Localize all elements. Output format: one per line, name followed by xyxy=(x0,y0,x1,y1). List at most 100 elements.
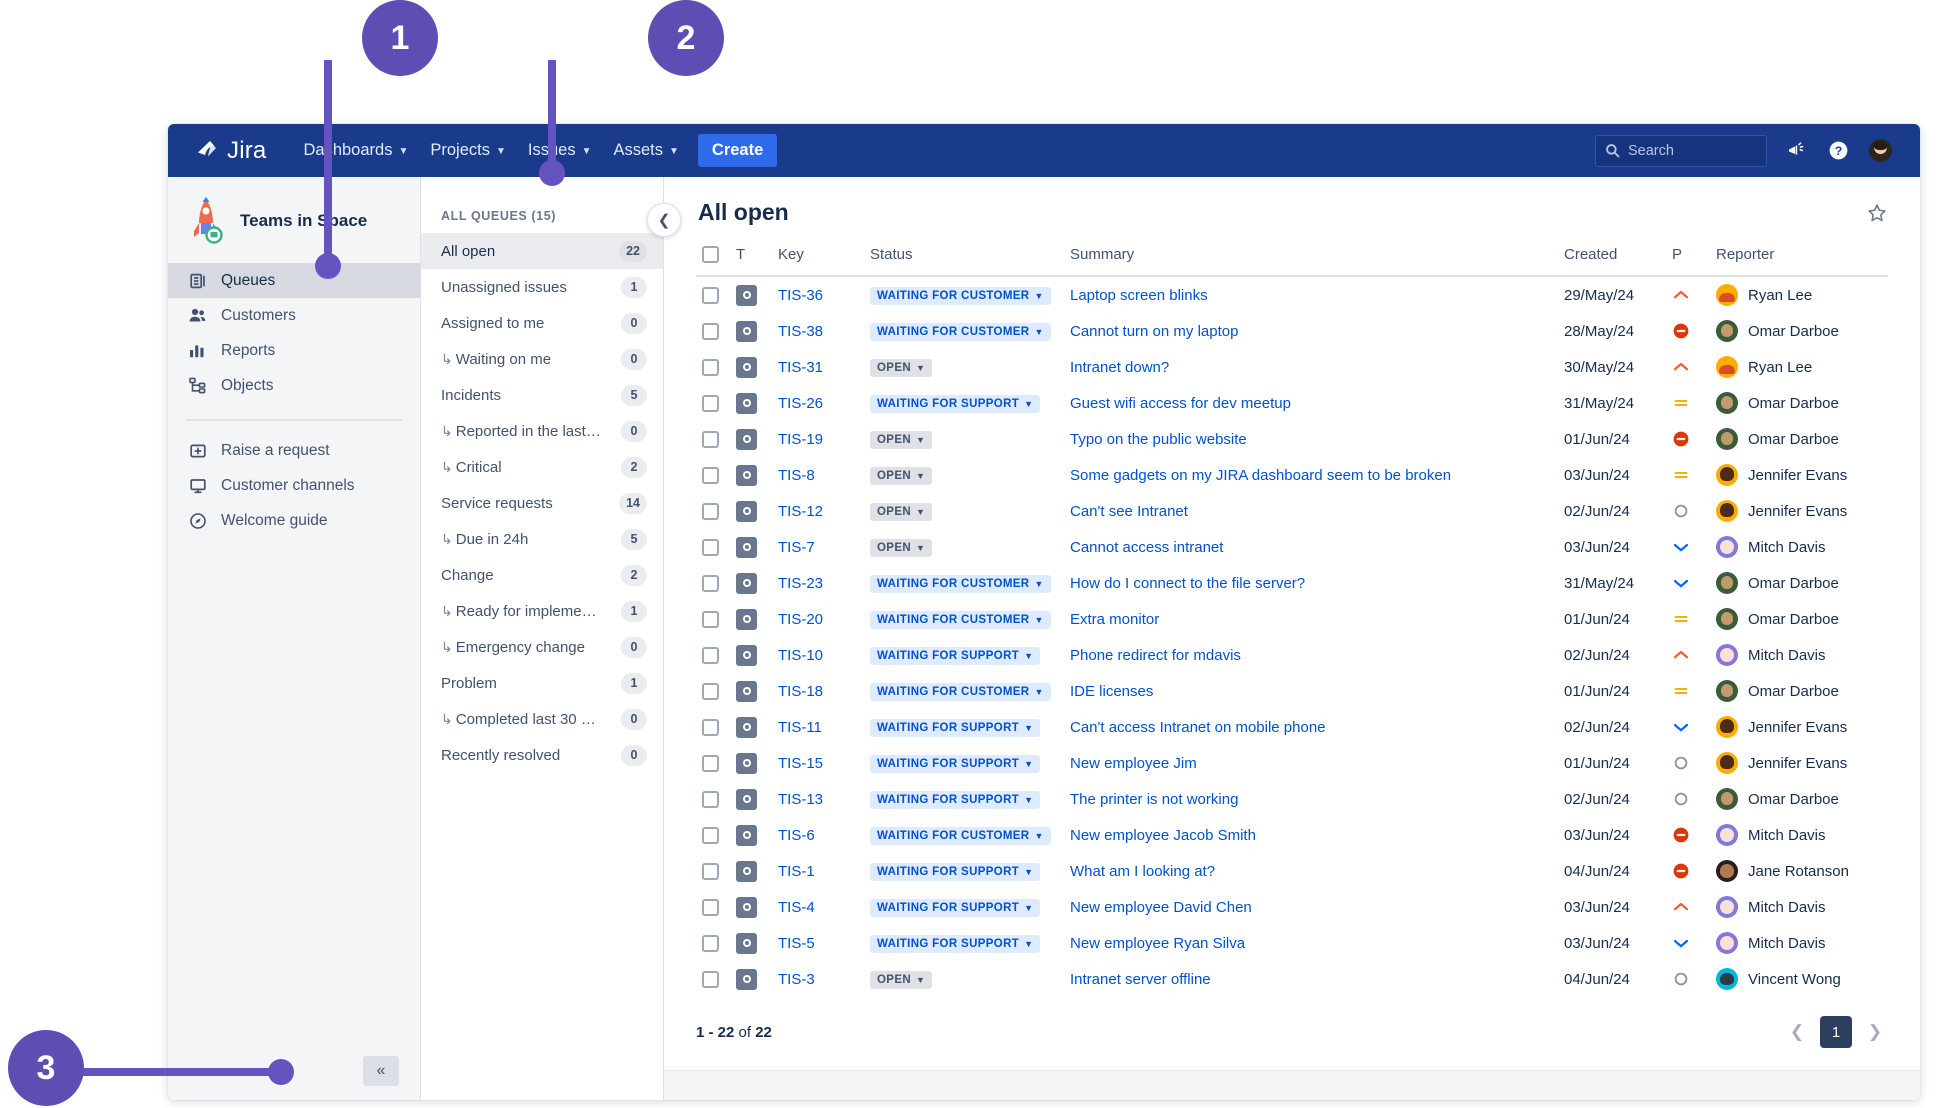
row-checkbox[interactable] xyxy=(702,826,719,844)
issue-summary-link[interactable]: New employee Ryan Silva xyxy=(1070,935,1245,952)
status-badge[interactable]: WAITING FOR CUSTOMER ▼ xyxy=(870,826,1051,845)
row-checkbox[interactable] xyxy=(702,322,719,340)
pagination-page-1[interactable]: 1 xyxy=(1820,1016,1852,1048)
issue-summary-link[interactable]: The printer is not working xyxy=(1070,791,1238,808)
table-row[interactable]: TIS-19 OPEN ▼ Typo on the public website 01/… xyxy=(696,421,1888,457)
issue-summary-link[interactable]: Intranet server offline xyxy=(1070,971,1211,988)
table-row[interactable]: TIS-20 WAITING FOR CUSTOMER ▼ Extra monitor… xyxy=(696,601,1888,637)
row-checkbox[interactable] xyxy=(702,610,719,628)
table-row[interactable]: TIS-4 WAITING FOR SUPPORT ▼ New employee Da… xyxy=(696,889,1888,925)
status-badge[interactable]: OPEN ▼ xyxy=(870,466,933,485)
table-row[interactable]: TIS-5 WAITING FOR SUPPORT ▼ New employee Ry… xyxy=(696,925,1888,961)
queue-item[interactable]: ↳ Emergency change 0 xyxy=(421,629,663,665)
issue-summary-link[interactable]: Phone redirect for mdavis xyxy=(1070,647,1241,664)
issue-key-link[interactable]: TIS-23 xyxy=(778,575,823,592)
issue-summary-link[interactable]: Laptop screen blinks xyxy=(1070,287,1208,304)
issue-key-link[interactable]: TIS-13 xyxy=(778,791,823,808)
queue-item[interactable]: Unassigned issues 1 xyxy=(421,269,663,305)
status-badge[interactable]: WAITING FOR CUSTOMER ▼ xyxy=(870,574,1051,593)
status-badge[interactable]: WAITING FOR SUPPORT ▼ xyxy=(870,646,1041,665)
table-row[interactable]: TIS-1 WAITING FOR SUPPORT ▼ What am I looki… xyxy=(696,853,1888,889)
nav-dashboards[interactable]: Dashboards ▼ xyxy=(292,135,419,166)
issue-key-link[interactable]: TIS-31 xyxy=(778,359,823,376)
column-type[interactable]: T xyxy=(730,236,772,277)
status-badge[interactable]: WAITING FOR CUSTOMER ▼ xyxy=(870,286,1051,305)
queue-item[interactable]: All open 22 xyxy=(421,233,663,269)
pagination-next-button[interactable]: ❯ xyxy=(1862,1019,1888,1045)
row-checkbox[interactable] xyxy=(702,682,719,700)
status-badge[interactable]: WAITING FOR SUPPORT ▼ xyxy=(870,934,1041,953)
issue-summary-link[interactable]: How do I connect to the file server? xyxy=(1070,575,1305,592)
row-checkbox[interactable] xyxy=(702,574,719,592)
issue-summary-link[interactable]: Cannot turn on my laptop xyxy=(1070,323,1238,340)
status-badge[interactable]: WAITING FOR SUPPORT ▼ xyxy=(870,754,1041,773)
issue-summary-link[interactable]: Extra monitor xyxy=(1070,611,1159,628)
table-row[interactable]: TIS-36 WAITING FOR CUSTOMER ▼ Laptop screen… xyxy=(696,276,1888,313)
issue-summary-link[interactable]: New employee Jacob Smith xyxy=(1070,827,1256,844)
status-badge[interactable]: WAITING FOR CUSTOMER ▼ xyxy=(870,682,1051,701)
issue-summary-link[interactable]: Can't access Intranet on mobile phone xyxy=(1070,719,1326,736)
row-checkbox[interactable] xyxy=(702,538,719,556)
issue-key-link[interactable]: TIS-11 xyxy=(778,719,822,736)
issue-key-link[interactable]: TIS-19 xyxy=(778,431,823,448)
issue-summary-link[interactable]: IDE licenses xyxy=(1070,683,1153,700)
queue-item[interactable]: ↳Ready for implementati... 1 xyxy=(421,593,663,629)
profile-avatar[interactable] xyxy=(1867,137,1894,164)
status-badge[interactable]: WAITING FOR SUPPORT ▼ xyxy=(870,394,1041,413)
table-row[interactable]: TIS-12 OPEN ▼ Can't see Intranet 02/Jun/24 Je… xyxy=(696,493,1888,529)
help-icon[interactable]: ? xyxy=(1825,138,1851,164)
issue-key-link[interactable]: TIS-10 xyxy=(778,647,823,664)
row-checkbox[interactable] xyxy=(702,862,719,880)
row-checkbox[interactable] xyxy=(702,394,719,412)
issue-key-link[interactable]: TIS-8 xyxy=(778,467,815,484)
search-input[interactable]: Search xyxy=(1595,134,1767,167)
issue-summary-link[interactable]: New employee David Chen xyxy=(1070,899,1252,916)
issue-key-link[interactable]: TIS-36 xyxy=(778,287,823,304)
row-checkbox[interactable] xyxy=(702,970,719,988)
issue-summary-link[interactable]: Can't see Intranet xyxy=(1070,503,1188,520)
issue-key-link[interactable]: TIS-20 xyxy=(778,611,823,628)
issue-summary-link[interactable]: What am I looking at? xyxy=(1070,863,1215,880)
table-row[interactable]: TIS-3 OPEN ▼ Intranet server offline 04/Jun/… xyxy=(696,961,1888,997)
column-priority[interactable]: P xyxy=(1666,236,1710,277)
status-badge[interactable]: OPEN ▼ xyxy=(870,502,933,521)
issue-key-link[interactable]: TIS-38 xyxy=(778,323,823,340)
queue-item[interactable]: ↳ Critical 2 xyxy=(421,449,663,485)
table-row[interactable]: TIS-13 WAITING FOR SUPPORT ▼ The printer is… xyxy=(696,781,1888,817)
nav-assets[interactable]: Assets ▼ xyxy=(602,135,689,166)
queue-item[interactable]: ↳Reported in the last 60 ... 0 xyxy=(421,413,663,449)
issue-key-link[interactable]: TIS-18 xyxy=(778,683,823,700)
queue-item[interactable]: ↳ Waiting on me 0 xyxy=(421,341,663,377)
row-checkbox[interactable] xyxy=(702,646,719,664)
sidebar-item-welcome-guide[interactable]: Welcome guide xyxy=(168,503,420,538)
table-row[interactable]: TIS-38 WAITING FOR CUSTOMER ▼ Cannot turn o… xyxy=(696,313,1888,349)
table-row[interactable]: TIS-18 WAITING FOR CUSTOMER ▼ IDE licenses 0… xyxy=(696,673,1888,709)
issue-key-link[interactable]: TIS-12 xyxy=(778,503,823,520)
nav-issues[interactable]: Issues ▼ xyxy=(517,135,603,166)
row-checkbox[interactable] xyxy=(702,502,719,520)
status-badge[interactable]: WAITING FOR CUSTOMER ▼ xyxy=(870,322,1051,341)
table-row[interactable]: TIS-7 OPEN ▼ Cannot access intranet 03/Jun/2… xyxy=(696,529,1888,565)
issue-key-link[interactable]: TIS-7 xyxy=(778,539,815,556)
status-badge[interactable]: WAITING FOR SUPPORT ▼ xyxy=(870,718,1041,737)
status-badge[interactable]: OPEN ▼ xyxy=(870,430,933,449)
sidebar-item-customer-channels[interactable]: Customer channels xyxy=(168,468,420,503)
jira-logo[interactable]: Jira xyxy=(182,137,266,165)
row-checkbox[interactable] xyxy=(702,790,719,808)
table-row[interactable]: TIS-31 OPEN ▼ Intranet down? 30/May/24 Ryan L… xyxy=(696,349,1888,385)
status-badge[interactable]: WAITING FOR SUPPORT ▼ xyxy=(870,790,1041,809)
select-all-checkbox[interactable] xyxy=(702,246,719,263)
issue-key-link[interactable]: TIS-5 xyxy=(778,935,815,952)
status-badge[interactable]: WAITING FOR SUPPORT ▼ xyxy=(870,898,1041,917)
status-badge[interactable]: OPEN ▼ xyxy=(870,358,933,377)
column-summary[interactable]: Summary xyxy=(1064,236,1558,277)
table-row[interactable]: TIS-8 OPEN ▼ Some gadgets on my JIRA dashbo… xyxy=(696,457,1888,493)
queue-item[interactable]: Recently resolved 0 xyxy=(421,737,663,773)
sidebar-item-objects[interactable]: Objects xyxy=(168,368,420,403)
row-checkbox[interactable] xyxy=(702,754,719,772)
table-row[interactable]: TIS-6 WAITING FOR CUSTOMER ▼ New employee J… xyxy=(696,817,1888,853)
issue-summary-link[interactable]: Intranet down? xyxy=(1070,359,1169,376)
megaphone-icon[interactable] xyxy=(1783,138,1809,164)
column-reporter[interactable]: Reporter xyxy=(1710,236,1888,277)
column-status[interactable]: Status xyxy=(864,236,1064,277)
